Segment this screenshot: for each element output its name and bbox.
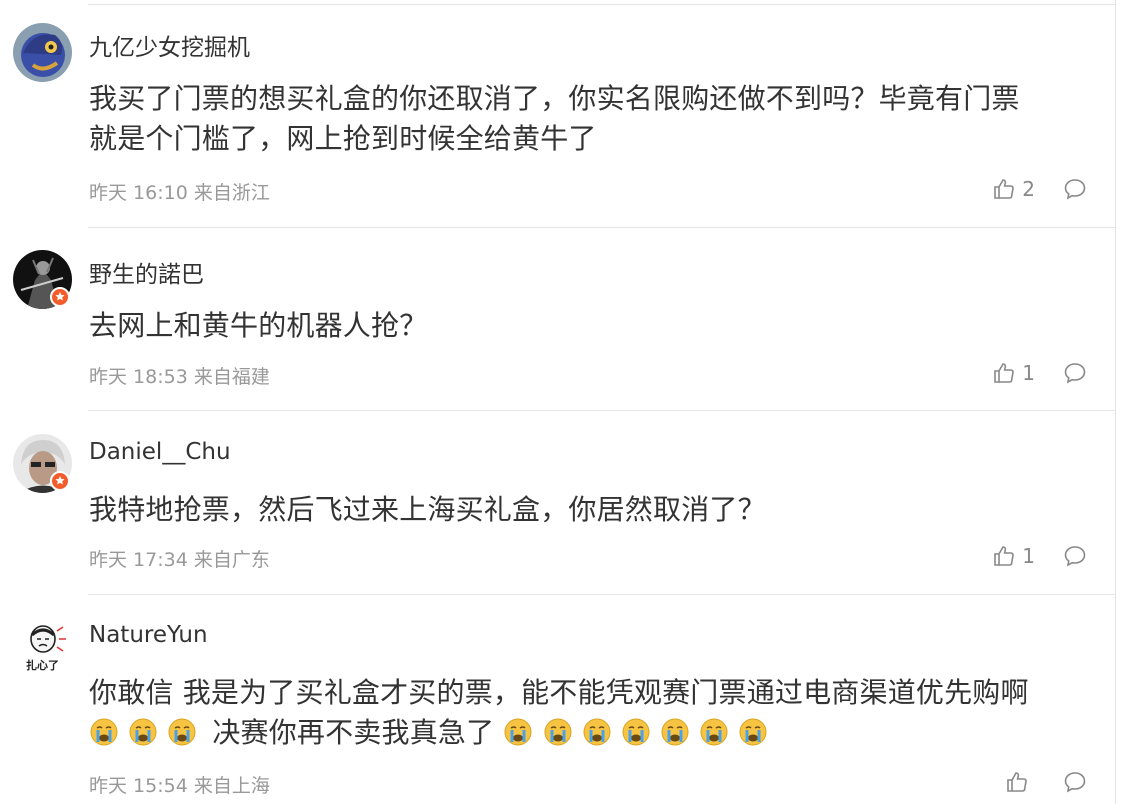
comment-item: 野生的諾巴 去网上和黄牛的机器人抢？ 昨天 18:53 来自福建 1 [0,227,1115,411]
like-button[interactable]: 2 [992,177,1035,201]
comment-text-fragment: 决赛你再不卖我真急了 [212,716,495,749]
crying-face-emoji [90,718,118,746]
comment-text: 我特地抢票，然后飞过来上海买礼盒，你居然取消了？ [89,490,1089,530]
comment-bubble-icon [1064,546,1086,567]
comment-meta: 昨天 15:54 来自上海 [89,775,270,797]
comment-text: 去网上和黄牛的机器人抢？ [89,306,1089,346]
comment-text-line: 你敢信 我是为了买礼盒才买的票，能不能凭观赛门票通过电商渠道优先购啊 [89,676,1029,709]
comment-meta: 昨天 18:53 来自福建 [89,366,270,388]
comment-item: 扎心了 NatureYun 你敢信 我是为了买礼盒才买的票，能不能凭观赛门票通过… [0,594,1115,804]
scrollbar-track[interactable] [1115,0,1116,804]
verified-badge-icon [50,287,70,307]
comment-text-line: 我买了门票的想买礼盒的你还取消了，你实名限购还做不到吗？毕竟有门票 [89,82,1020,115]
like-button[interactable]: 1 [992,544,1035,568]
crying-face-emoji [129,718,157,746]
thumbs-up-icon [994,363,1015,383]
like-count: 1 [1022,361,1035,385]
like-count: 1 [1022,544,1035,568]
like-button[interactable] [1005,770,1035,794]
avatar[interactable]: 扎心了 [13,617,72,676]
comment-bubble-icon [1064,363,1086,384]
comment-bubble-icon [1064,179,1086,200]
comment-text-line: 就是个门槛了，网上抢到时候全给黄牛了 [89,122,597,155]
reply-button[interactable] [1063,361,1087,389]
crying-face-emoji [661,718,689,746]
crying-face-emoji [168,718,196,746]
crying-face-emoji [739,718,767,746]
avatar-caption: 扎心了 [26,659,59,672]
comment-text-line: 决赛你再不卖我真急了 [89,713,1099,753]
crying-face-emoji [700,718,728,746]
crying-face-emoji [544,718,572,746]
crying-face-emoji [583,718,611,746]
username[interactable]: 九亿少女挖掘机 [89,28,250,62]
comment-text-line: 去网上和黄牛的机器人抢？ [89,309,428,342]
thumbs-up-icon [994,179,1015,199]
like-button[interactable]: 1 [992,361,1035,385]
reply-button[interactable] [1063,177,1087,205]
thumbs-up-icon [994,546,1015,566]
username[interactable]: NatureYun [89,622,208,648]
avatar[interactable] [13,23,72,82]
crying-face-emoji [622,718,650,746]
username[interactable]: Daniel__Chu [89,439,231,465]
thumbs-up-icon [1007,772,1027,792]
verified-badge-icon [50,471,70,491]
crying-face-emoji [504,718,532,746]
reply-button[interactable] [1063,770,1087,798]
emoji-group [89,716,206,749]
reply-button[interactable] [1063,544,1087,572]
emoji-group [503,716,768,749]
comment-text: 你敢信 我是为了买礼盒才买的票，能不能凭观赛门票通过电商渠道优先购啊 决赛你再不… [89,673,1099,753]
username[interactable]: 野生的諾巴 [89,255,204,289]
comment-meta: 昨天 16:10 来自浙江 [89,182,270,204]
comment-text-line: 我特地抢票，然后飞过来上海买礼盒，你居然取消了？ [89,493,766,526]
comment-item: Daniel__Chu 我特地抢票，然后飞过来上海买礼盒，你居然取消了？ 昨天 … [0,411,1115,595]
like-count: 2 [1022,177,1035,201]
comment-bubble-icon [1064,772,1086,793]
comment-item: 九亿少女挖掘机 我买了门票的想买礼盒的你还取消了，你实名限购还做不到吗？毕竟有门… [0,0,1115,228]
comment-text: 我买了门票的想买礼盒的你还取消了，你实名限购还做不到吗？毕竟有门票 就是个门槛了… [89,79,1089,159]
comment-meta: 昨天 17:34 来自广东 [89,549,270,571]
